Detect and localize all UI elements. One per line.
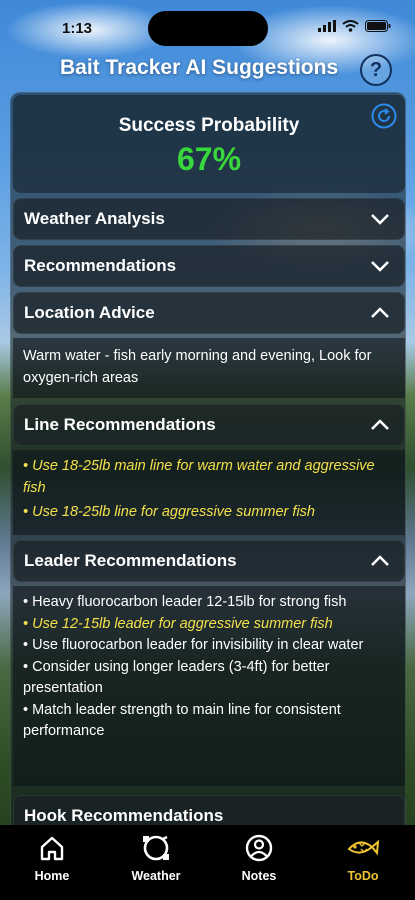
list-item: • Use 12-15lb leader for aggressive summ… <box>23 615 333 632</box>
chevron-up-icon <box>371 307 389 318</box>
line-recommendations-body: • Use 18-25lb main line for warm water a… <box>13 450 405 535</box>
refresh-icon[interactable] <box>371 103 397 129</box>
wifi-icon <box>342 20 359 32</box>
section-weather-analysis[interactable]: Weather Analysis <box>13 198 405 240</box>
leader-recommendations-body: • Heavy fluorocarbon leader 12-15lb for … <box>13 586 405 786</box>
section-line-recommendations[interactable]: Line Recommendations <box>13 404 405 446</box>
chevron-up-icon <box>371 419 389 430</box>
section-recommendations[interactable]: Recommendations <box>13 245 405 287</box>
signal-icon <box>318 20 336 32</box>
tab-label: Home <box>34 869 70 883</box>
tab-notes[interactable]: Notes <box>219 831 299 883</box>
chevron-down-icon <box>371 261 389 272</box>
suggestions-panel: Success Probability 67% Weather Analysis… <box>10 92 406 832</box>
home-icon <box>40 836 64 861</box>
chevron-up-icon <box>371 555 389 566</box>
section-location-advice[interactable]: Location Advice <box>13 292 405 334</box>
person-icon <box>245 834 273 862</box>
fish-icon <box>347 839 380 856</box>
list-item: • Use 18-25lb line for aggressive summer… <box>23 504 315 520</box>
location-advice-text: Warm water - fish early morning and even… <box>23 348 372 386</box>
list-item: • Consider using longer leaders (3-4ft) … <box>23 658 330 697</box>
tab-label: Weather <box>131 869 181 883</box>
list-item: • Match leader strength to main line for… <box>23 701 341 740</box>
dynamic-island <box>148 11 268 46</box>
section-label: Location Advice <box>24 303 155 322</box>
tab-label: ToDo <box>347 869 379 883</box>
status-bar: 1:13 <box>0 0 415 52</box>
section-label: Leader Recommendations <box>24 551 237 570</box>
weather-icon <box>143 835 169 861</box>
probability-label: Success Probability <box>118 115 300 136</box>
tab-home[interactable]: Home <box>12 831 92 883</box>
section-label: Line Recommendations <box>24 415 216 434</box>
probability-value: 67% <box>176 141 242 177</box>
tab-todo[interactable]: ToDo <box>323 831 403 883</box>
list-item: • Use 18-25lb main line for warm water a… <box>23 458 375 496</box>
list-item: • Heavy fluorocarbon leader 12-15lb for … <box>23 594 347 610</box>
section-label: Recommendations <box>24 256 177 275</box>
status-time: 1:13 <box>62 20 93 37</box>
section-label: Weather Analysis <box>24 209 165 228</box>
battery-icon <box>365 20 391 32</box>
location-advice-body: Warm water - fish early morning and even… <box>13 338 405 398</box>
page-title: Bait Tracker AI Suggestions <box>60 56 339 79</box>
help-button[interactable]: ? <box>360 54 392 86</box>
list-item: • Use fluorocarbon leader for invisibili… <box>23 637 364 653</box>
chevron-down-icon <box>371 214 389 225</box>
tab-weather[interactable]: Weather <box>116 831 196 883</box>
section-leader-recommendations[interactable]: Leader Recommendations <box>13 540 405 582</box>
tab-bar: Home Weather Notes ToDo <box>0 825 415 900</box>
probability-card: Success Probability 67% <box>13 95 405 193</box>
status-icons <box>318 20 391 32</box>
tab-label: Notes <box>241 869 277 883</box>
